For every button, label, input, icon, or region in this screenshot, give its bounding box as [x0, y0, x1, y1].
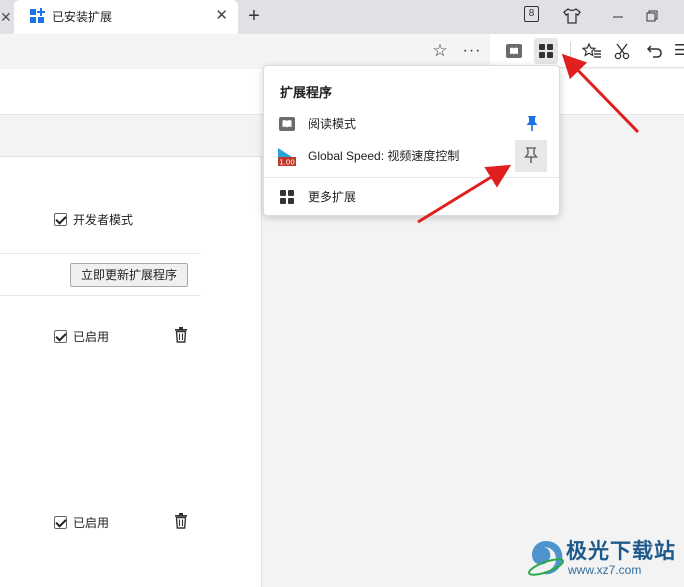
arrow-to-extensions-button [561, 53, 640, 134]
site-watermark: 极光下载站 www.xz7.com [524, 533, 684, 587]
watermark-name: 极光下载站 [566, 540, 676, 563]
watermark-url: www.xz7.com [568, 563, 642, 577]
arrow-to-pin-button [417, 164, 512, 224]
annotation-arrows [417, 53, 640, 224]
watermark-logo-icon [527, 541, 565, 576]
